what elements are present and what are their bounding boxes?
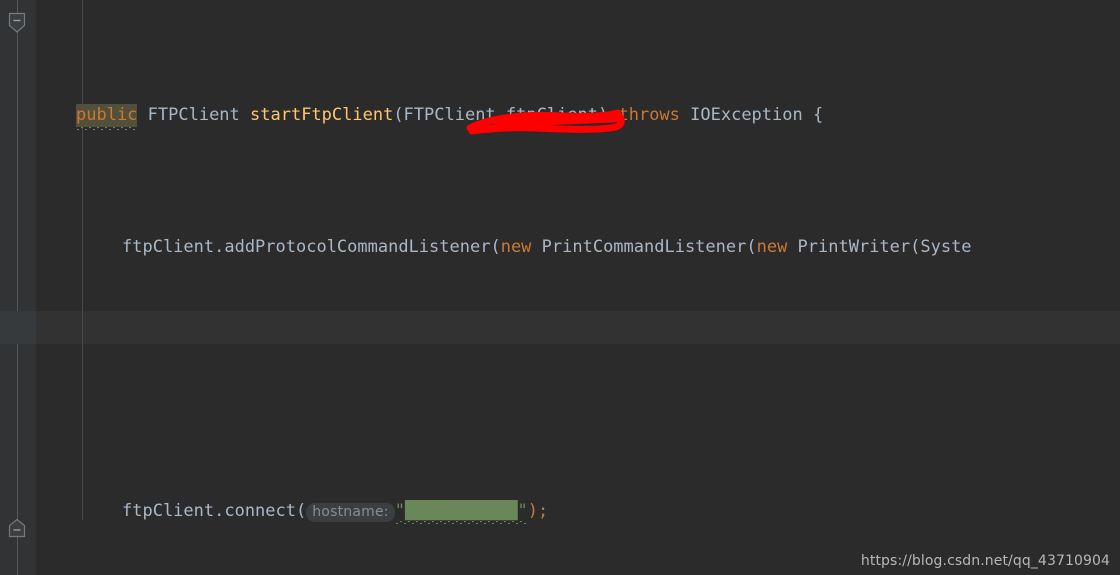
keyword-public[interactable]: public — [76, 104, 138, 127]
code-line-1[interactable]: public FTPClient startFtpClient(FTPClien… — [0, 99, 1120, 132]
hostname-string-literal: "███████████" — [394, 501, 528, 521]
line1-parameters: (FTPClient ftpClient) — [393, 105, 619, 125]
code-content[interactable]: public FTPClient startFtpClient(FTPClien… — [0, 0, 1120, 575]
line1-exception: IOException { — [679, 105, 824, 125]
line4-connect-call: ftpClient.connect( — [122, 501, 307, 521]
code-line-4[interactable]: ftpClient.connect(hostname: "███████████"… — [0, 495, 1120, 528]
code-editor[interactable]: public FTPClient startFtpClient(FTPClien… — [0, 0, 1120, 575]
line1-return-type: FTPClient — [137, 105, 251, 125]
method-name-startFtpClient[interactable]: startFtpClient — [250, 105, 393, 125]
keyword-new-2: new — [756, 237, 788, 257]
keyword-throws: throws — [618, 105, 680, 125]
line2-call: ftpClient.addProtocolCommandListener( — [122, 237, 501, 257]
line4-end: ); — [527, 501, 549, 521]
code-line-2[interactable]: ftpClient.addProtocolCommandListener(new… — [0, 231, 1120, 264]
keyword-new-1: new — [500, 237, 532, 257]
code-line-3-blank[interactable] — [0, 363, 1120, 396]
line2-listener: PrintCommandListener( — [531, 237, 757, 257]
watermark-url: https://blog.csdn.net/qq_43710904 — [860, 553, 1110, 569]
param-hint-hostname: hostname: — [306, 503, 395, 522]
line2-printwriter: PrintWriter(Syste — [787, 237, 972, 257]
